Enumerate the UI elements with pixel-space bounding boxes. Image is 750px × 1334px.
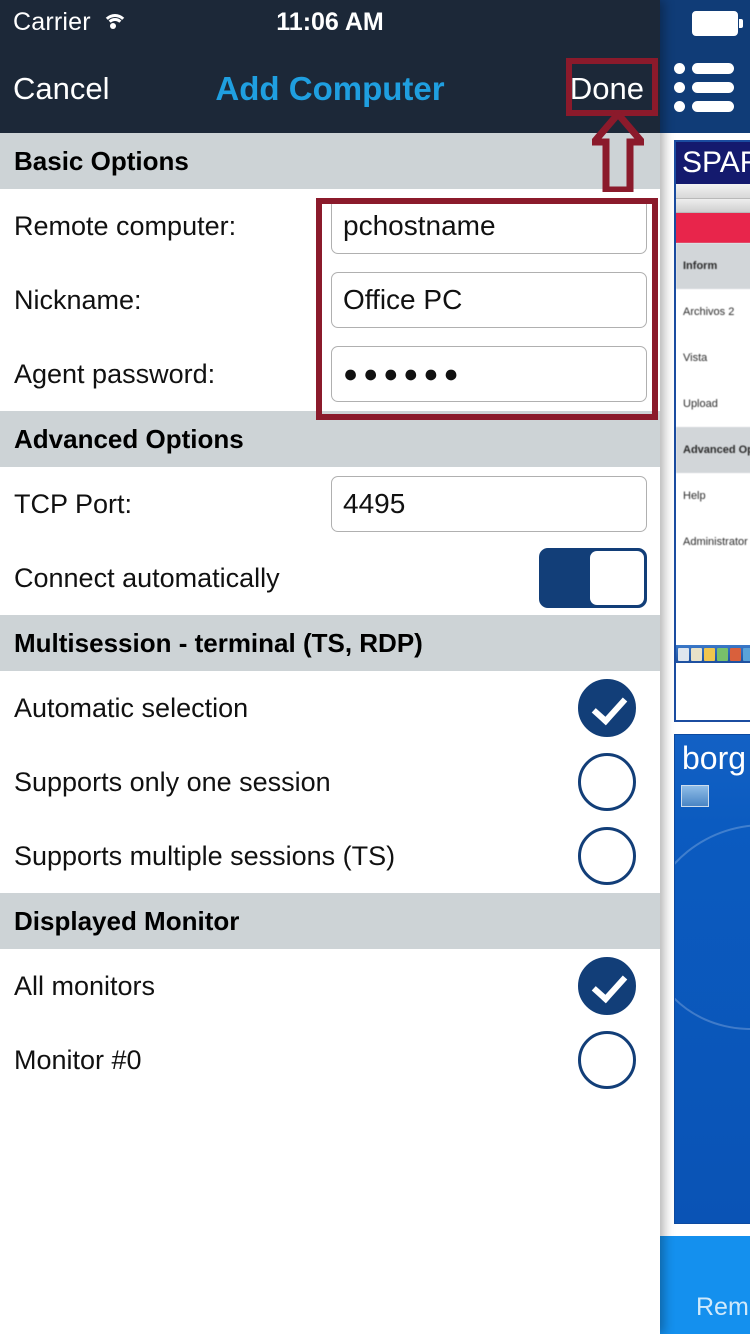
label-supports-one-session: Supports only one session — [14, 766, 331, 797]
row-remote-computer[interactable]: Remote computer: pchostname — [0, 189, 660, 263]
radio-monitor-0[interactable] — [578, 1031, 636, 1089]
radio-supports-one-session[interactable] — [578, 753, 636, 811]
label-supports-multiple-sessions: Supports multiple sessions (TS) — [14, 840, 396, 871]
spar-list-item: Upload — [683, 398, 718, 410]
spar-toolbar-row-1 — [676, 184, 750, 199]
background-status-bar — [660, 0, 750, 45]
remote-card-label: Rem — [696, 1293, 749, 1321]
background-card-remote[interactable]: Rem — [660, 1236, 750, 1334]
spar-red-banner — [676, 213, 750, 243]
status-bar: Carrier 11:06 AM — [0, 0, 660, 45]
spar-card-title: SPAR — [676, 142, 750, 184]
add-computer-modal: Carrier 11:06 AM Cancel Add Computer Don… — [0, 0, 660, 1334]
radio-all-monitors[interactable] — [578, 957, 636, 1015]
spar-list-item: Archivos 2 — [683, 306, 735, 318]
clock-label: 11:06 AM — [276, 8, 384, 36]
page-title: Add Computer — [215, 70, 445, 107]
borg-thumbnail — [681, 785, 709, 807]
radio-supports-multiple-sessions[interactable] — [578, 827, 636, 885]
battery-icon — [692, 11, 743, 36]
connect-automatically-toggle[interactable] — [539, 548, 647, 608]
spar-toolbar-row-2 — [676, 199, 750, 213]
row-tcp-port[interactable]: TCP Port: 4495 — [0, 467, 660, 541]
done-button[interactable]: Done — [570, 71, 644, 107]
spar-list-item: Inform — [676, 243, 750, 289]
background-card-spar[interactable]: SPAR Inform Archivos 2 Vista Upload Adva… — [674, 140, 750, 722]
navigation-bar: Cancel Add Computer Done — [0, 45, 660, 133]
row-agent-password[interactable]: Agent password: ●●●●●● — [0, 337, 660, 411]
agent-password-input[interactable]: ●●●●●● — [331, 346, 647, 402]
spar-list-item: Administrator — [683, 536, 748, 548]
section-header-displayed-monitor: Displayed Monitor — [0, 893, 660, 949]
list-icon[interactable] — [674, 63, 736, 115]
row-all-monitors[interactable]: All monitors — [0, 949, 660, 1023]
row-nickname[interactable]: Nickname: Office PC — [0, 263, 660, 337]
row-supports-one-session[interactable]: Supports only one session — [0, 745, 660, 819]
row-monitor-0[interactable]: Monitor #0 — [0, 1023, 660, 1097]
remote-computer-input[interactable]: pchostname — [331, 198, 647, 254]
background-nav-bar — [660, 45, 750, 133]
spar-list-item: Advanced Options — [676, 427, 750, 473]
section-header-advanced-options: Advanced Options — [0, 411, 660, 467]
nickname-input[interactable]: Office PC — [331, 272, 647, 328]
spar-taskbar — [676, 645, 750, 663]
section-header-multisession: Multisession - terminal (TS, RDP) — [0, 615, 660, 671]
spar-body: Inform Archivos 2 Vista Upload Advanced … — [676, 243, 750, 663]
borg-wallpaper-swoosh — [675, 795, 750, 1059]
tcp-port-input[interactable]: 4495 — [331, 476, 647, 532]
label-all-monitors: All monitors — [14, 970, 156, 1001]
row-automatic-selection[interactable]: Automatic selection — [0, 671, 660, 745]
row-supports-multiple-sessions[interactable]: Supports multiple sessions (TS) — [0, 819, 660, 893]
label-monitor-0: Monitor #0 — [14, 1044, 142, 1075]
radio-automatic-selection[interactable] — [578, 679, 636, 737]
borg-card-title: borg — [682, 740, 747, 776]
background-card-borg[interactable]: borg — [674, 734, 750, 1224]
section-header-basic-options: Basic Options — [0, 133, 660, 189]
row-connect-automatically[interactable]: Connect automatically — [0, 541, 660, 615]
label-automatic-selection: Automatic selection — [14, 692, 249, 723]
spar-list-item: Vista — [683, 352, 708, 364]
spar-list-item: Help — [683, 490, 706, 502]
